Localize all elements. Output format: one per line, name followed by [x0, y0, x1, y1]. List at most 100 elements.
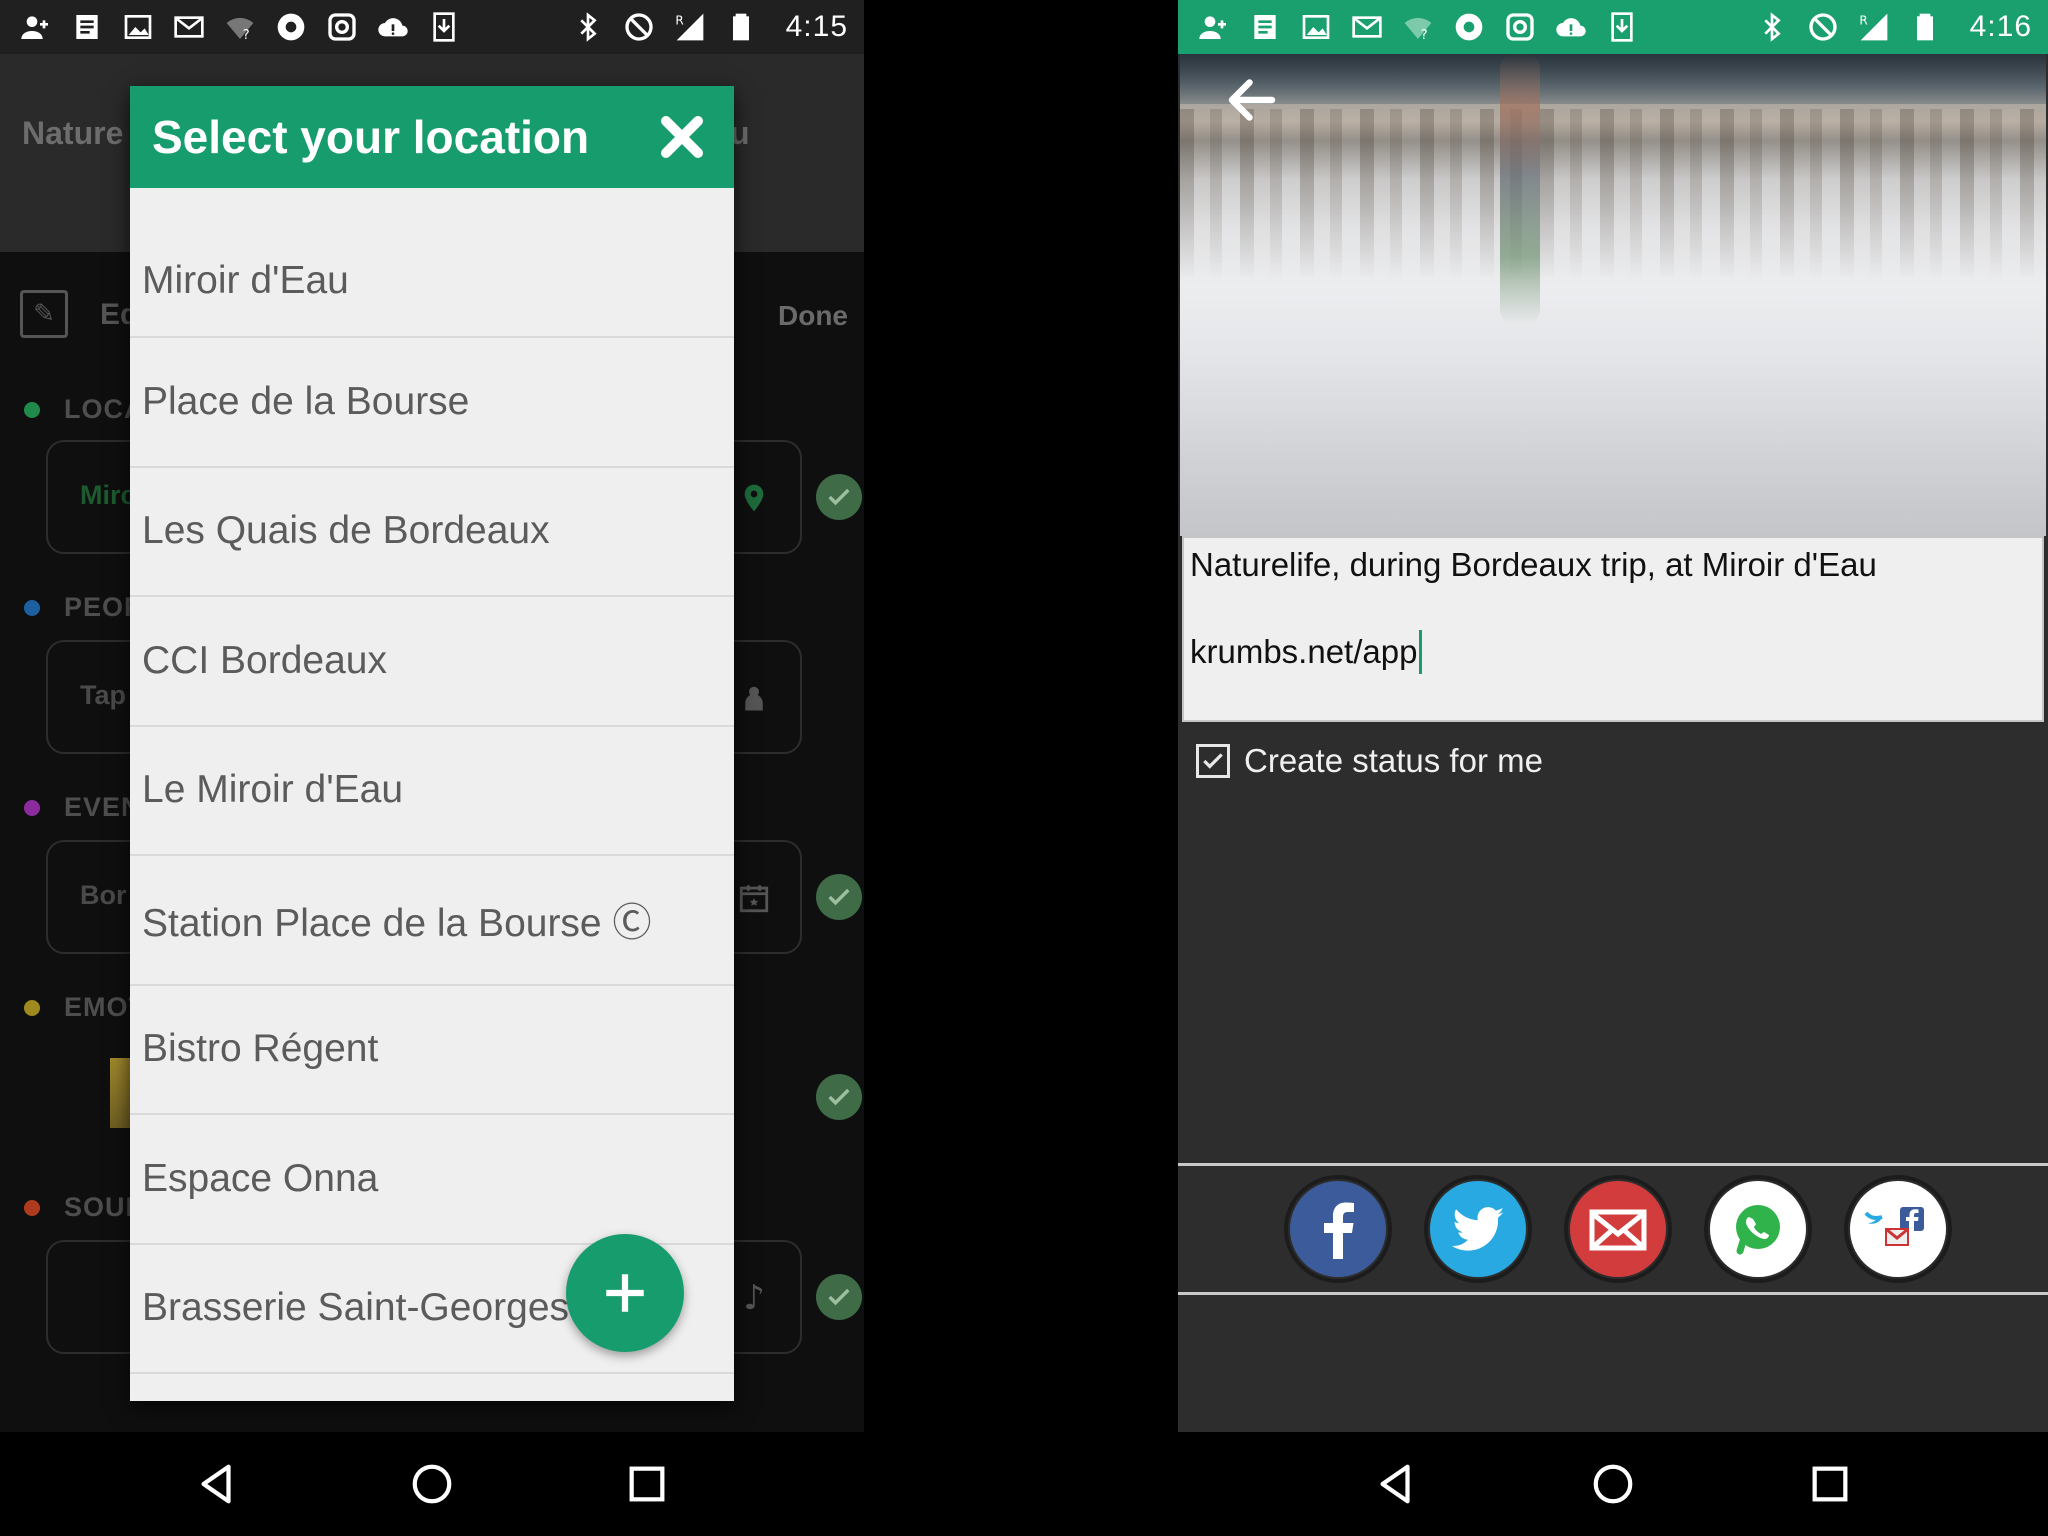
photo-sky — [1180, 54, 2046, 104]
background-field-text: Bor — [80, 880, 127, 910]
share-bar — [1178, 1163, 2048, 1295]
home-nav-icon[interactable] — [1573, 1444, 1653, 1524]
right-phone-screen: ? R 4:16 Naturelife, during Bordeaux tri… — [1178, 0, 2048, 1536]
background-field-text: Mirc — [80, 480, 136, 510]
left-phone-screen: ? R 4:15 Nature u ✎ Ed Done LOCA Mirc PE… — [0, 0, 864, 1536]
status-text-line: Naturelife, during Bordeaux trip, at Mir… — [1190, 546, 1877, 583]
header-photo — [1180, 54, 2046, 536]
svg-text:?: ? — [1421, 28, 1428, 43]
photo-person-reflection — [1500, 54, 1540, 324]
create-status-checkbox-row[interactable]: Create status for me — [1196, 742, 1543, 780]
navigation-bar — [1178, 1432, 2048, 1536]
whatsapp-icon — [1710, 1181, 1806, 1277]
background-app-title: Nature — [22, 115, 124, 151]
record-icon — [271, 10, 311, 44]
section-dot — [24, 999, 40, 1016]
download-icon — [1602, 10, 1642, 44]
section-people: PEOP — [24, 592, 143, 623]
document-icon — [1245, 10, 1285, 44]
add-contact-icon — [1194, 10, 1234, 44]
signal-roaming-icon: R — [1854, 10, 1894, 44]
status-text-input[interactable]: Naturelife, during Bordeaux trip, at Mir… — [1182, 536, 2044, 722]
close-icon[interactable] — [652, 107, 712, 167]
mail-icon — [1570, 1181, 1666, 1277]
location-item[interactable]: Station Place de la Bourse Ⓒ — [130, 856, 734, 986]
do-not-disturb-icon — [619, 10, 659, 44]
location-list: Miroir d'Eau Place de la Bourse Les Quai… — [130, 188, 734, 1374]
twitter-share-button[interactable] — [1428, 1179, 1528, 1279]
record-icon — [1449, 10, 1489, 44]
document-icon — [67, 10, 107, 44]
image-icon — [1296, 10, 1336, 44]
svg-text:R: R — [675, 13, 683, 27]
select-location-dialog: Select your location Miroir d'Eau Place … — [130, 86, 734, 1401]
battery-icon — [721, 10, 761, 44]
location-item[interactable]: CCI Bordeaux — [130, 597, 734, 727]
email-share-button[interactable] — [1568, 1179, 1668, 1279]
download-icon — [424, 10, 464, 44]
recents-nav-icon[interactable] — [607, 1444, 687, 1524]
emotion-thumbnail — [110, 1058, 130, 1128]
section-sound: SOUI — [24, 1192, 134, 1223]
section-dot — [24, 599, 40, 616]
instagram-icon — [1500, 10, 1540, 44]
create-status-label: Create status for me — [1244, 742, 1543, 779]
status-link-text: krumbs.net/app — [1190, 633, 1418, 670]
music-note-icon: ♪ — [743, 1278, 765, 1318]
calendar-icon — [736, 878, 772, 918]
location-item[interactable]: Bistro Régent — [130, 986, 734, 1115]
bluetooth-icon — [1752, 10, 1792, 44]
location-item[interactable]: Le Miroir d'Eau — [130, 727, 734, 856]
battery-icon — [1905, 10, 1945, 44]
svg-text:R: R — [1859, 13, 1867, 27]
signal-roaming-icon: R — [670, 10, 710, 44]
check-icon — [816, 874, 862, 920]
back-arrow-icon[interactable] — [1222, 70, 1286, 134]
location-item[interactable]: Espace Onna — [130, 1115, 734, 1245]
facebook-share-button[interactable] — [1288, 1179, 1388, 1279]
section-label: SOUI — [64, 1192, 135, 1222]
gmail-icon — [1347, 10, 1387, 44]
photo-reflection — [1180, 109, 2046, 279]
section-dot — [24, 1199, 40, 1216]
location-pin-icon — [736, 478, 772, 518]
location-item[interactable]: Miroir d'Eau — [130, 190, 734, 338]
plus-icon — [606, 1274, 644, 1312]
status-time: 4:16 — [1969, 10, 2032, 43]
section-location: LOCA — [24, 394, 145, 425]
check-icon — [816, 1274, 862, 1320]
whatsapp-share-button[interactable] — [1708, 1179, 1808, 1279]
dialog-header: Select your location — [130, 86, 734, 188]
check-icon — [816, 474, 862, 520]
navigation-bar — [0, 1432, 864, 1536]
status-link-line: krumbs.net/app — [1190, 630, 2036, 674]
back-nav-icon[interactable] — [177, 1444, 257, 1524]
gmail-icon — [169, 10, 209, 44]
section-events: EVEN — [24, 792, 142, 823]
person-icon — [736, 678, 772, 718]
cloud-alert-icon — [373, 10, 413, 44]
cloud-alert-icon — [1551, 10, 1591, 44]
background-field-text: Tap — [80, 680, 126, 710]
multi-share-button[interactable] — [1848, 1179, 1948, 1279]
svg-text:?: ? — [243, 28, 250, 43]
bluetooth-icon — [568, 10, 608, 44]
location-item[interactable]: Les Quais de Bordeaux — [130, 468, 734, 597]
image-icon — [118, 10, 158, 44]
facebook-icon — [1290, 1181, 1386, 1277]
home-nav-icon[interactable] — [392, 1444, 472, 1524]
add-location-button[interactable] — [566, 1234, 684, 1352]
recents-nav-icon[interactable] — [1790, 1444, 1870, 1524]
section-dot — [24, 799, 40, 816]
do-not-disturb-icon — [1803, 10, 1843, 44]
location-item[interactable]: Place de la Bourse — [130, 338, 734, 468]
section-emotion: EMOT — [24, 992, 146, 1023]
checkmark-icon — [1203, 753, 1223, 769]
instagram-icon — [322, 10, 362, 44]
multi-share-icon — [1850, 1181, 1946, 1277]
status-bar: ? R 4:15 — [0, 0, 864, 54]
text-caret — [1419, 630, 1423, 674]
create-status-checkbox[interactable] — [1196, 744, 1230, 778]
check-icon — [816, 1074, 862, 1120]
back-nav-icon[interactable] — [1356, 1444, 1436, 1524]
